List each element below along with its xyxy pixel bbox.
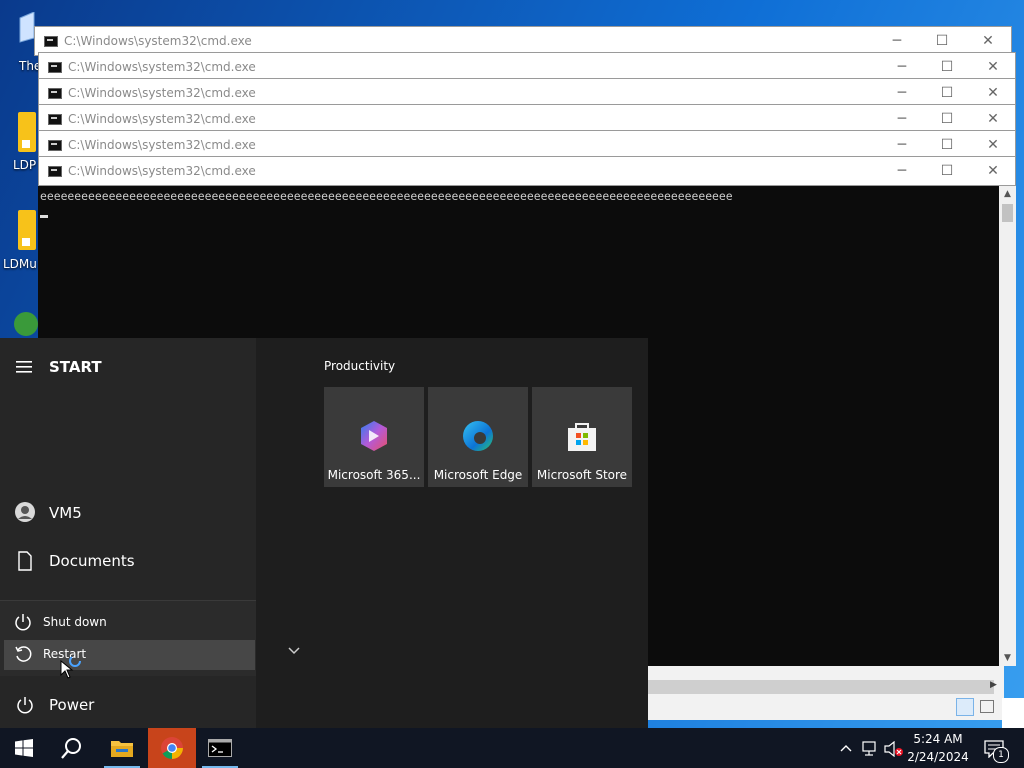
power-icon xyxy=(17,697,33,714)
power-item[interactable]: Power xyxy=(0,689,256,721)
vertical-scrollbar[interactable]: ▲ ▼ xyxy=(999,186,1016,666)
avatar xyxy=(15,502,35,522)
window-title: C:\Windows\system32\cmd.exe xyxy=(68,164,256,178)
store-bag-icon xyxy=(568,423,596,451)
power-label: Power xyxy=(49,696,95,714)
minimize-button[interactable]: ─ xyxy=(891,134,913,156)
close-button[interactable]: ✕ xyxy=(982,134,1004,156)
terminal-icon xyxy=(208,739,232,757)
minimize-button[interactable]: ─ xyxy=(891,82,913,104)
white-panel-fragment xyxy=(1002,698,1024,728)
action-center-button[interactable]: 1 xyxy=(980,734,1010,764)
tile-label: Microsoft 365... xyxy=(327,468,421,482)
restart-icon xyxy=(15,646,32,662)
close-button[interactable]: ✕ xyxy=(977,30,999,52)
clock-time[interactable]: 5:24 AM xyxy=(905,732,971,746)
cmd-app-icon xyxy=(44,36,58,47)
maximize-button[interactable]: ☐ xyxy=(936,160,958,182)
close-button[interactable]: ✕ xyxy=(982,82,1004,104)
taskbar-cmd[interactable] xyxy=(196,728,244,768)
maximize-button[interactable]: ☐ xyxy=(936,134,958,156)
start-button[interactable] xyxy=(0,728,48,768)
large-icons-view-icon[interactable] xyxy=(980,700,994,713)
cmd-app-icon xyxy=(48,88,62,99)
scroll-up-arrow-icon[interactable]: ▲ xyxy=(999,189,1016,199)
documents-item[interactable]: Documents xyxy=(0,545,256,577)
minimize-button[interactable]: ─ xyxy=(891,160,913,182)
windows-logo-icon xyxy=(15,739,33,757)
desktop-shortcut-icon-4[interactable] xyxy=(14,306,38,338)
document-icon xyxy=(18,551,32,571)
search-button[interactable] xyxy=(48,728,96,768)
taskbar-chrome[interactable] xyxy=(148,728,196,768)
start-header-title: START xyxy=(49,358,102,376)
maximize-button[interactable]: ☐ xyxy=(936,82,958,104)
maximize-button[interactable]: ☐ xyxy=(931,30,953,52)
clock-date[interactable]: 2/24/2024 xyxy=(905,750,971,764)
minimize-button[interactable]: ─ xyxy=(891,108,913,130)
window-title: C:\Windows\system32\cmd.exe xyxy=(64,34,252,48)
mouse-pointer-icon xyxy=(60,660,74,679)
console-output: eeeeeeeeeeeeeeeeeeeeeeeeeeeeeeeeeeeeeeee… xyxy=(40,189,733,203)
cmd-app-icon xyxy=(48,114,62,125)
chevron-down-icon[interactable] xyxy=(288,647,300,655)
minimize-button[interactable]: ─ xyxy=(886,30,908,52)
cmd-window-6[interactable]: C:\Windows\system32\cmd.exe ─ ☐ ✕ xyxy=(38,156,1016,186)
start-header: START xyxy=(0,352,256,382)
notification-count-badge: 1 xyxy=(993,747,1009,763)
scroll-down-arrow-icon[interactable]: ▼ xyxy=(999,653,1016,663)
horizontal-scrollbar[interactable] xyxy=(648,680,994,694)
maximize-button[interactable]: ☐ xyxy=(936,56,958,78)
maximize-button[interactable]: ☐ xyxy=(936,108,958,130)
text-cursor xyxy=(40,215,48,218)
close-button[interactable]: ✕ xyxy=(982,108,1004,130)
background-window-fragment: ▶ xyxy=(648,666,1004,720)
restart-option[interactable]: Restart xyxy=(4,640,255,670)
window-title: C:\Windows\system32\cmd.exe xyxy=(68,112,256,126)
volume-muted-icon[interactable] xyxy=(884,741,904,757)
show-hidden-icons-chevron-icon[interactable] xyxy=(840,744,852,752)
search-icon xyxy=(61,738,81,759)
edge-icon xyxy=(463,421,493,451)
window-title: C:\Windows\system32\cmd.exe xyxy=(68,86,256,100)
details-view-icon[interactable] xyxy=(956,698,974,716)
shut-down-label: Shut down xyxy=(43,615,107,629)
scrollbar-thumb[interactable] xyxy=(1002,204,1013,222)
folder-icon xyxy=(111,741,133,757)
minimize-button[interactable]: ─ xyxy=(891,56,913,78)
window-title: C:\Windows\system32\cmd.exe xyxy=(68,60,256,74)
cmd-app-icon xyxy=(48,166,62,177)
desktop-label-3: LDMu xyxy=(3,257,37,271)
cmd-app-icon xyxy=(48,62,62,73)
microsoft-365-icon xyxy=(361,421,387,451)
hamburger-menu-icon[interactable] xyxy=(16,360,34,374)
tile-microsoft-store[interactable]: Microsoft Store xyxy=(532,387,632,487)
documents-label: Documents xyxy=(49,552,135,570)
user-name: VM5 xyxy=(49,504,82,522)
tile-label: Microsoft Edge xyxy=(433,468,523,482)
desktop-label-2: LDP xyxy=(13,158,37,172)
user-account-item[interactable]: VM5 xyxy=(0,497,256,529)
desktop-shortcut-icon-3[interactable] xyxy=(16,208,36,250)
scroll-right-arrow-icon[interactable]: ▶ xyxy=(990,680,997,690)
tile-group-title: Productivity xyxy=(324,359,396,373)
tile-microsoft-365[interactable]: Microsoft 365... xyxy=(324,387,424,487)
network-icon[interactable] xyxy=(862,741,880,757)
tile-label: Microsoft Store xyxy=(536,468,628,482)
tile-microsoft-edge[interactable]: Microsoft Edge xyxy=(428,387,528,487)
window-title: C:\Windows\system32\cmd.exe xyxy=(68,138,256,152)
taskbar-file-explorer[interactable] xyxy=(98,728,146,768)
close-button[interactable]: ✕ xyxy=(982,56,1004,78)
power-icon xyxy=(15,614,31,631)
close-button[interactable]: ✕ xyxy=(982,160,1004,182)
shut-down-option[interactable]: Shut down xyxy=(0,609,256,637)
chrome-icon xyxy=(161,737,183,759)
cmd-app-icon xyxy=(48,140,62,151)
desktop-shortcut-icon-2[interactable] xyxy=(16,110,36,152)
